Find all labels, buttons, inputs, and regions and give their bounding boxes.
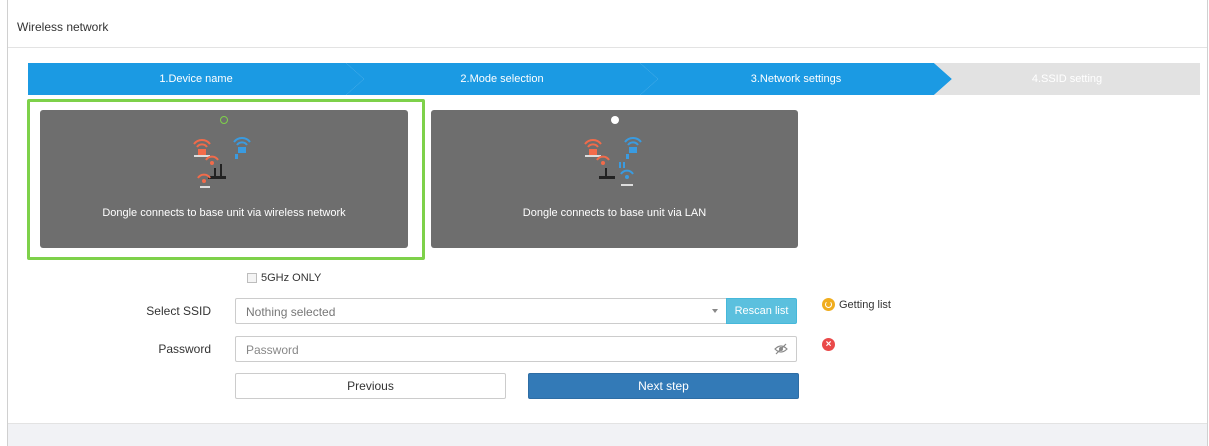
step-mode-selection[interactable]: 2.Mode selection bbox=[346, 63, 658, 95]
radio-unselected-icon[interactable] bbox=[611, 116, 619, 124]
frame-border bbox=[7, 0, 8, 446]
wizard-steps: 1.Device name 2.Mode selection 3.Network… bbox=[28, 63, 1200, 95]
eye-slash-icon[interactable] bbox=[774, 343, 788, 355]
radio-selected-icon[interactable] bbox=[220, 116, 228, 124]
step-label: 1.Device name bbox=[159, 73, 233, 85]
next-step-button[interactable]: Next step bbox=[528, 373, 799, 399]
error-icon: × bbox=[822, 338, 835, 351]
ssid-selected-value: Nothing selected bbox=[246, 305, 336, 319]
mode-card-wireless[interactable]: Dongle connects to base unit via wireles… bbox=[40, 110, 408, 248]
five-ghz-checkbox[interactable] bbox=[247, 273, 257, 283]
wireless-network-topology-icon bbox=[193, 137, 251, 188]
mode-card-lan[interactable]: Dongle connects to base unit via LAN bbox=[431, 110, 798, 248]
step-label: 2.Mode selection bbox=[460, 73, 544, 85]
ssid-label: Select SSID bbox=[146, 304, 211, 318]
footer-band bbox=[8, 423, 1207, 446]
caret-down-icon bbox=[712, 309, 718, 313]
mode-card-label: Dongle connects to base unit via wireles… bbox=[102, 207, 346, 219]
rescan-list-button[interactable]: Rescan list bbox=[726, 298, 797, 324]
step-device-name[interactable]: 1.Device name bbox=[28, 63, 364, 95]
mode-card-label: Dongle connects to base unit via LAN bbox=[522, 207, 707, 219]
five-ghz-label: 5GHz ONLY bbox=[261, 272, 322, 284]
refresh-status-icon bbox=[822, 298, 835, 311]
step-label: 3.Network settings bbox=[750, 73, 842, 85]
previous-button[interactable]: Previous bbox=[235, 373, 506, 399]
password-field[interactable]: Password bbox=[235, 336, 797, 362]
ssid-select[interactable]: Nothing selected bbox=[235, 298, 727, 324]
step-ssid-setting[interactable]: 4.SSID setting bbox=[934, 63, 1200, 95]
panel-header: Wireless network bbox=[8, 0, 1207, 48]
password-label: Password bbox=[158, 342, 211, 356]
ssid-status-text: Getting list bbox=[839, 298, 891, 311]
five-ghz-option: 5GHz ONLY bbox=[247, 272, 321, 284]
wizard-window: Wireless network 1.Device name 2.Mode se… bbox=[0, 0, 1209, 446]
frame-border bbox=[1207, 0, 1208, 446]
ssid-status: Getting list bbox=[822, 298, 891, 311]
step-label: 4.SSID setting bbox=[1031, 73, 1103, 85]
step-network-settings[interactable]: 3.Network settings bbox=[640, 63, 952, 95]
page-title: Wireless network bbox=[17, 20, 109, 34]
lan-network-topology-icon bbox=[584, 137, 642, 186]
password-placeholder: Password bbox=[246, 343, 299, 357]
